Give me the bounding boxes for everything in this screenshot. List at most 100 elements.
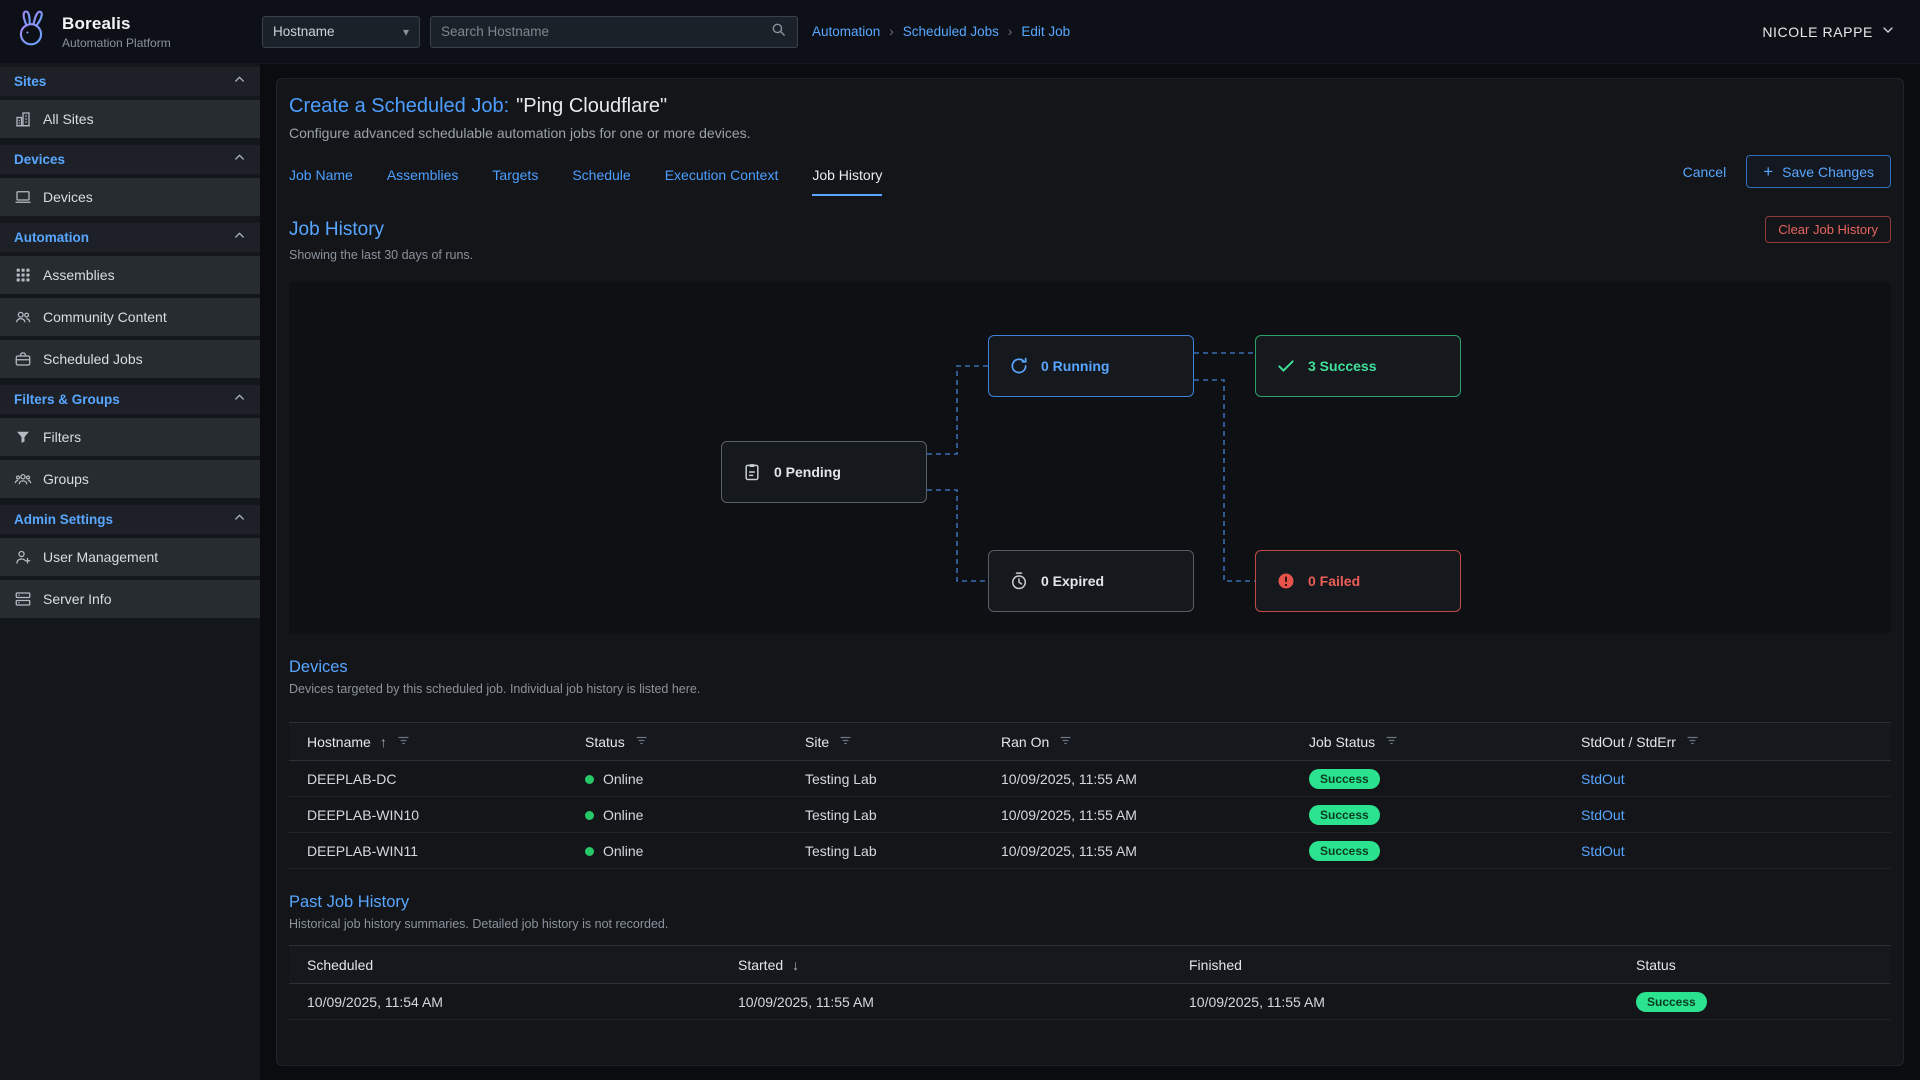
column-job-status[interactable]: Job Status bbox=[1309, 723, 1581, 761]
success-icon bbox=[1276, 356, 1296, 376]
column-stdout-stderr[interactable]: StdOut / StdErr bbox=[1581, 723, 1891, 761]
tab-targets[interactable]: Targets bbox=[492, 167, 538, 196]
cancel-button[interactable]: Cancel bbox=[1683, 164, 1727, 180]
status-cell: Success bbox=[1636, 984, 1891, 1020]
page-subtitle: Configure advanced schedulable automatio… bbox=[289, 125, 1891, 141]
tab-job-name[interactable]: Job Name bbox=[289, 167, 353, 196]
pending-icon bbox=[742, 462, 762, 482]
sidebar-item-server-info[interactable]: Server Info bbox=[0, 580, 260, 618]
scheduled-jobs-icon bbox=[14, 350, 32, 368]
filter-icon[interactable] bbox=[1685, 733, 1700, 751]
column-status[interactable]: Status bbox=[1636, 946, 1891, 984]
chevron-down-icon: ▾ bbox=[403, 25, 409, 39]
ran-on-cell: 10/09/2025, 11:55 AM bbox=[1001, 833, 1309, 869]
save-changes-button[interactable]: + Save Changes bbox=[1746, 155, 1891, 188]
column-status[interactable]: Status bbox=[585, 723, 805, 761]
expired-icon bbox=[1009, 571, 1029, 591]
filters-icon bbox=[14, 428, 32, 446]
site-cell: Testing Lab bbox=[805, 797, 1001, 833]
hostname-cell: DEEPLAB-WIN10 bbox=[289, 797, 585, 833]
status-cell: Online bbox=[585, 833, 805, 869]
site-cell: Testing Lab bbox=[805, 833, 1001, 869]
sidebar-item-devices[interactable]: Devices bbox=[0, 178, 260, 216]
tabs: Job Name Assemblies Targets Schedule Exe… bbox=[289, 167, 882, 196]
site-cell: Testing Lab bbox=[805, 761, 1001, 797]
hostname-cell: DEEPLAB-DC bbox=[289, 761, 585, 797]
table-row: 10/09/2025, 11:54 AM 10/09/2025, 11:55 A… bbox=[289, 984, 1891, 1020]
search-input[interactable] bbox=[441, 24, 770, 39]
flow-node-success[interactable]: 3 Success bbox=[1255, 335, 1461, 397]
table-row: DEEPLAB-WIN11 Online Testing Lab 10/09/2… bbox=[289, 833, 1891, 869]
devices-subheading: Devices targeted by this scheduled job. … bbox=[289, 682, 1891, 696]
filter-icon[interactable] bbox=[396, 733, 411, 751]
breadcrumb-scheduled-jobs[interactable]: Scheduled Jobs bbox=[903, 24, 999, 39]
filter-icon[interactable] bbox=[1384, 733, 1399, 751]
stdout-link[interactable]: StdOut bbox=[1581, 771, 1625, 787]
sidebar-section-filters-groups[interactable]: Filters & Groups bbox=[0, 385, 260, 414]
column-hostname[interactable]: Hostname ↑ bbox=[289, 723, 585, 761]
filter-icon[interactable] bbox=[634, 733, 649, 751]
sidebar-section-sites[interactable]: Sites bbox=[0, 67, 260, 96]
scheduled-cell: 10/09/2025, 11:54 AM bbox=[289, 984, 738, 1020]
sidebar-item-filters[interactable]: Filters bbox=[0, 418, 260, 456]
flow-node-failed[interactable]: 0 Failed bbox=[1255, 550, 1461, 612]
running-icon bbox=[1009, 356, 1029, 376]
flow-node-running[interactable]: 0 Running bbox=[988, 335, 1194, 397]
brand: Borealis Automation Platform bbox=[0, 8, 260, 55]
sidebar-section-admin-settings[interactable]: Admin Settings bbox=[0, 505, 260, 534]
filter-icon[interactable] bbox=[1058, 733, 1073, 751]
filter-icon[interactable] bbox=[838, 733, 853, 751]
tab-assemblies[interactable]: Assemblies bbox=[387, 167, 459, 196]
tab-schedule[interactable]: Schedule bbox=[572, 167, 630, 196]
sidebar-item-assemblies[interactable]: Assemblies bbox=[0, 256, 260, 294]
column-ran-on[interactable]: Ran On bbox=[1001, 723, 1309, 761]
page-title-prefix: Create a Scheduled Job: bbox=[289, 95, 509, 117]
clear-job-history-button[interactable]: Clear Job History bbox=[1765, 216, 1891, 243]
past-job-history-subheading: Historical job history summaries. Detail… bbox=[289, 917, 1891, 931]
table-row: DEEPLAB-DC Online Testing Lab 10/09/2025… bbox=[289, 761, 1891, 797]
breadcrumb-edit-job[interactable]: Edit Job bbox=[1021, 24, 1070, 39]
community-content-icon bbox=[14, 308, 32, 326]
sort-descending-icon: ↓ bbox=[792, 957, 799, 973]
page-title-job-name: "Ping Cloudflare" bbox=[516, 95, 667, 117]
table-row: DEEPLAB-WIN10 Online Testing Lab 10/09/2… bbox=[289, 797, 1891, 833]
sort-ascending-icon: ↑ bbox=[380, 734, 387, 750]
sidebar-section-devices[interactable]: Devices bbox=[0, 145, 260, 174]
sidebar: Sites All Sites Devices Devices Au bbox=[0, 64, 260, 1080]
all-sites-icon bbox=[14, 110, 32, 128]
user-name: NICOLE RAPPE bbox=[1762, 24, 1873, 40]
sidebar-item-all-sites[interactable]: All Sites bbox=[0, 100, 260, 138]
sidebar-item-scheduled-jobs[interactable]: Scheduled Jobs bbox=[0, 340, 260, 378]
tab-job-history[interactable]: Job History bbox=[812, 167, 882, 196]
job-history-subheading: Showing the last 30 days of runs. bbox=[289, 248, 1891, 262]
column-site[interactable]: Site bbox=[805, 723, 1001, 761]
column-scheduled[interactable]: Scheduled bbox=[289, 946, 738, 984]
hostname-cell: DEEPLAB-WIN11 bbox=[289, 833, 585, 869]
breadcrumb-automation[interactable]: Automation bbox=[812, 24, 880, 39]
flow-node-pending[interactable]: 0 Pending bbox=[721, 441, 927, 503]
user-menu[interactable]: NICOLE RAPPE bbox=[1762, 22, 1896, 41]
devices-heading: Devices bbox=[289, 658, 1891, 677]
sidebar-item-user-management[interactable]: User Management bbox=[0, 538, 260, 576]
assemblies-icon bbox=[14, 266, 32, 284]
stdout-link[interactable]: StdOut bbox=[1581, 843, 1625, 859]
tab-execution-context[interactable]: Execution Context bbox=[665, 167, 779, 196]
search-hostname-field[interactable] bbox=[430, 16, 798, 48]
stdout-link[interactable]: StdOut bbox=[1581, 807, 1625, 823]
job-status-cell: Success bbox=[1309, 761, 1581, 797]
column-started[interactable]: Started ↓ bbox=[738, 946, 1189, 984]
hostname-filter-select[interactable]: Hostname ▾ bbox=[262, 16, 420, 48]
chevron-up-icon bbox=[232, 150, 247, 170]
past-job-history-table: Scheduled Started ↓ Finished Status 10/0… bbox=[289, 945, 1891, 1020]
sidebar-item-groups[interactable]: Groups bbox=[0, 460, 260, 498]
chevron-up-icon bbox=[232, 72, 247, 92]
sidebar-section-automation[interactable]: Automation bbox=[0, 223, 260, 252]
breadcrumb-separator: › bbox=[889, 24, 894, 39]
plus-icon: + bbox=[1763, 163, 1773, 180]
search-icon bbox=[770, 21, 787, 43]
flow-node-expired[interactable]: 0 Expired bbox=[988, 550, 1194, 612]
edit-job-card: Create a Scheduled Job: "Ping Cloudflare"… bbox=[276, 78, 1904, 1066]
status-cell: Online bbox=[585, 797, 805, 833]
column-finished[interactable]: Finished bbox=[1189, 946, 1636, 984]
sidebar-item-community-content[interactable]: Community Content bbox=[0, 298, 260, 336]
